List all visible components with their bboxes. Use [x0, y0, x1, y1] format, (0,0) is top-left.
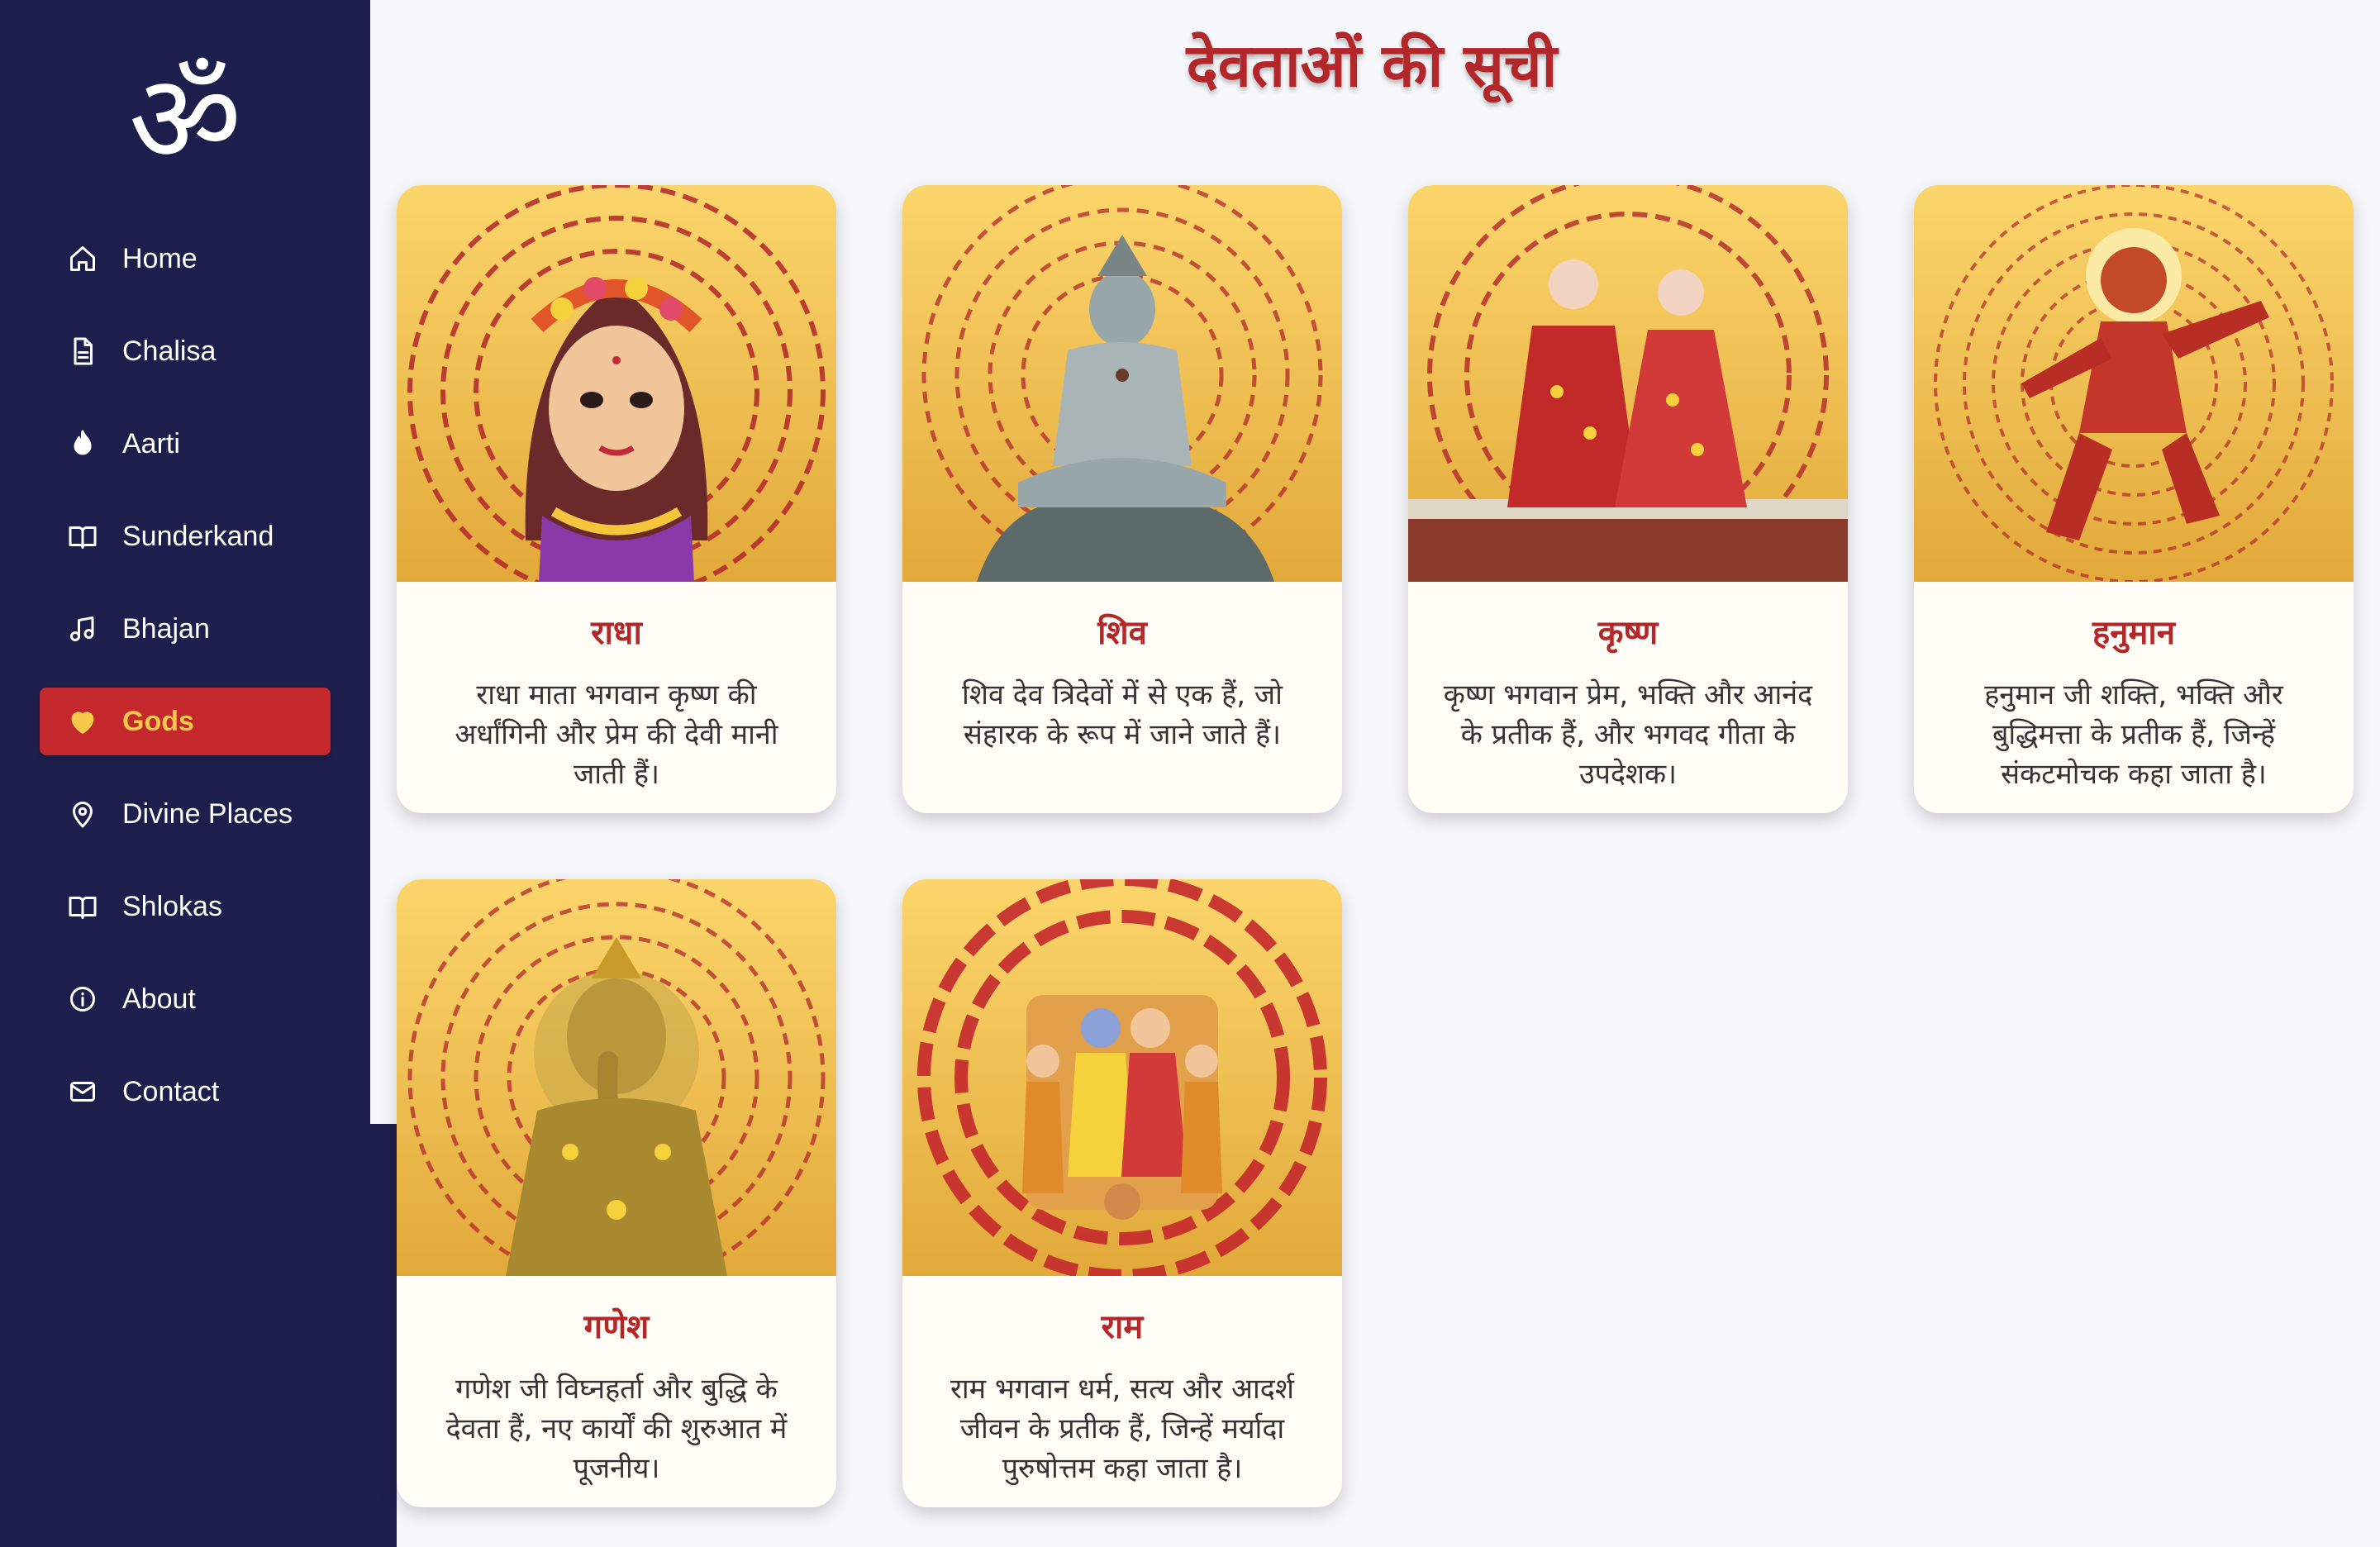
document-icon — [66, 335, 99, 368]
card-description: हनुमान जी शक्ति, भक्ति और बुद्धिमत्ता के… — [1984, 678, 2283, 791]
sidebar-item-label: Sunderkand — [122, 520, 274, 552]
sidebar-extension — [370, 1124, 397, 1547]
god-card-radha[interactable]: राधा राधा माता भगवान कृष्ण की अर्धांगिनी… — [397, 185, 836, 813]
book-open-icon — [66, 890, 99, 923]
card-title: शिव — [1097, 614, 1147, 652]
god-card-hanuman[interactable]: हनुमान हनुमान जी शक्ति, भक्ति और बुद्धिम… — [1914, 185, 2354, 813]
sidebar-item-home[interactable]: Home — [40, 225, 331, 293]
sidebar: ॐ Home Chalisa Aarti Sunderkand Bhajan G… — [0, 0, 370, 1547]
sidebar-item-label: Chalisa — [122, 335, 217, 367]
home-icon — [66, 242, 99, 275]
music-note-icon — [66, 612, 99, 645]
sidebar-item-label: Home — [122, 242, 198, 274]
mail-icon — [66, 1075, 99, 1108]
sidebar-item-sunderkand[interactable]: Sunderkand — [40, 502, 331, 570]
radha-image — [397, 185, 836, 582]
god-card-ram[interactable]: राम राम भगवान धर्म, सत्य और आदर्श जीवन क… — [902, 879, 1342, 1507]
sidebar-item-label: Divine Places — [122, 797, 293, 830]
sidebar-item-about[interactable]: About — [40, 965, 331, 1033]
hanuman-image — [1914, 185, 2354, 582]
sidebar-item-label: Shlokas — [122, 890, 222, 922]
card-title: राम — [1101, 1308, 1144, 1346]
card-title: राधा — [591, 614, 642, 652]
page-title: देवताओं की सूची — [1186, 31, 1558, 100]
sidebar-item-bhajan[interactable]: Bhajan — [40, 595, 331, 663]
card-title: कृष्ण — [1597, 614, 1659, 652]
god-card-krishna[interactable]: कृष्ण कृष्ण भगवान प्रेम, भक्ति और आनंद क… — [1408, 185, 1848, 813]
god-card-ganesh[interactable]: गणेश गणेश जी विघ्नहर्ता और बुद्धि के देव… — [397, 879, 836, 1507]
sidebar-item-contact[interactable]: Contact — [40, 1058, 331, 1126]
sidebar-item-shlokas[interactable]: Shlokas — [40, 873, 331, 940]
book-open-icon — [66, 520, 99, 553]
ganesh-image — [397, 879, 836, 1276]
sidebar-item-label: About — [122, 983, 196, 1015]
krishna-image — [1408, 185, 1848, 582]
god-card-shiva[interactable]: शिव शिव देव त्रिदेवों में से एक हैं, जो … — [902, 185, 1342, 813]
om-logo: ॐ — [128, 48, 242, 192]
sidebar-item-aarti[interactable]: Aarti — [40, 410, 331, 478]
sidebar-item-label: Gods — [122, 705, 194, 737]
sidebar-item-label: Bhajan — [122, 612, 210, 645]
sidebar-item-divine-places[interactable]: Divine Places — [40, 780, 331, 848]
info-icon — [66, 983, 99, 1016]
card-title: गणेश — [583, 1308, 650, 1346]
heart-icon — [66, 705, 99, 738]
flame-icon — [66, 427, 99, 460]
sidebar-item-label: Contact — [122, 1075, 220, 1107]
card-description: राम भगवान धर्म, सत्य और आदर्श जीवन के प्… — [950, 1373, 1294, 1485]
card-title: हनुमान — [2092, 614, 2175, 652]
card-description: कृष्ण भगवान प्रेम, भक्ति और आनंद के प्रत… — [1443, 678, 1813, 791]
map-pin-icon — [66, 797, 99, 831]
sidebar-item-label: Aarti — [122, 427, 180, 459]
sidebar-item-chalisa[interactable]: Chalisa — [40, 317, 331, 385]
sidebar-item-gods[interactable]: Gods — [40, 688, 331, 755]
card-description: राधा माता भगवान कृष्ण की अर्धांगिनी और प… — [455, 678, 778, 791]
card-description: गणेश जी विघ्नहर्ता और बुद्धि के देवता है… — [445, 1373, 788, 1485]
sidebar-nav: Home Chalisa Aarti Sunderkand Bhajan God… — [40, 225, 331, 1150]
shiva-image — [902, 185, 1342, 582]
ram-image — [902, 879, 1342, 1276]
card-description: शिव देव त्रिदेवों में से एक हैं, जो संहा… — [962, 678, 1283, 751]
